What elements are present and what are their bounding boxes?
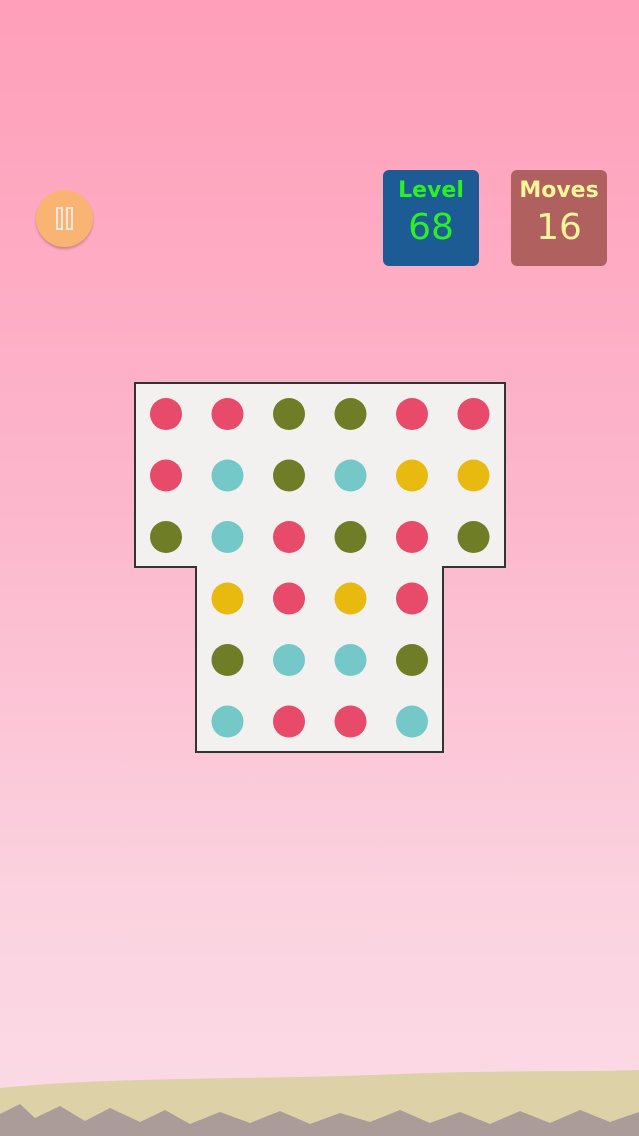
dot-green[interactable] xyxy=(334,398,367,430)
dot-red[interactable] xyxy=(396,582,428,615)
dot-yellow[interactable] xyxy=(457,459,490,492)
dot-yellow[interactable] xyxy=(211,582,244,615)
dot-red[interactable] xyxy=(396,398,428,430)
dot-cyan[interactable] xyxy=(211,705,244,738)
dot-red[interactable] xyxy=(457,398,490,430)
dot-cyan[interactable] xyxy=(334,459,367,492)
dot-red[interactable] xyxy=(211,398,244,430)
dot-red[interactable] xyxy=(150,398,182,430)
dot-cyan[interactable] xyxy=(273,644,305,676)
dot-red[interactable] xyxy=(273,521,305,553)
dot-red[interactable] xyxy=(396,521,428,553)
dot-cyan[interactable] xyxy=(211,521,244,553)
dot-cyan[interactable] xyxy=(334,644,367,676)
dot-green[interactable] xyxy=(273,459,305,492)
dot-red[interactable] xyxy=(273,582,305,615)
dot-red[interactable] xyxy=(150,459,182,492)
board-outline xyxy=(134,382,506,753)
dot-green[interactable] xyxy=(457,521,490,553)
dot-red[interactable] xyxy=(273,705,305,738)
dot-red[interactable] xyxy=(334,705,367,738)
dot-cyan[interactable] xyxy=(211,459,244,492)
dot-green[interactable] xyxy=(396,644,428,676)
dot-green[interactable] xyxy=(334,521,367,553)
ground-decoration xyxy=(0,1070,639,1136)
dot-yellow[interactable] xyxy=(334,582,367,615)
dot-cyan[interactable] xyxy=(396,705,428,738)
dot-green[interactable] xyxy=(273,398,305,430)
dot-yellow[interactable] xyxy=(396,459,428,492)
dot-green[interactable] xyxy=(211,644,244,676)
dot-green[interactable] xyxy=(150,521,182,553)
game-board xyxy=(134,382,506,753)
